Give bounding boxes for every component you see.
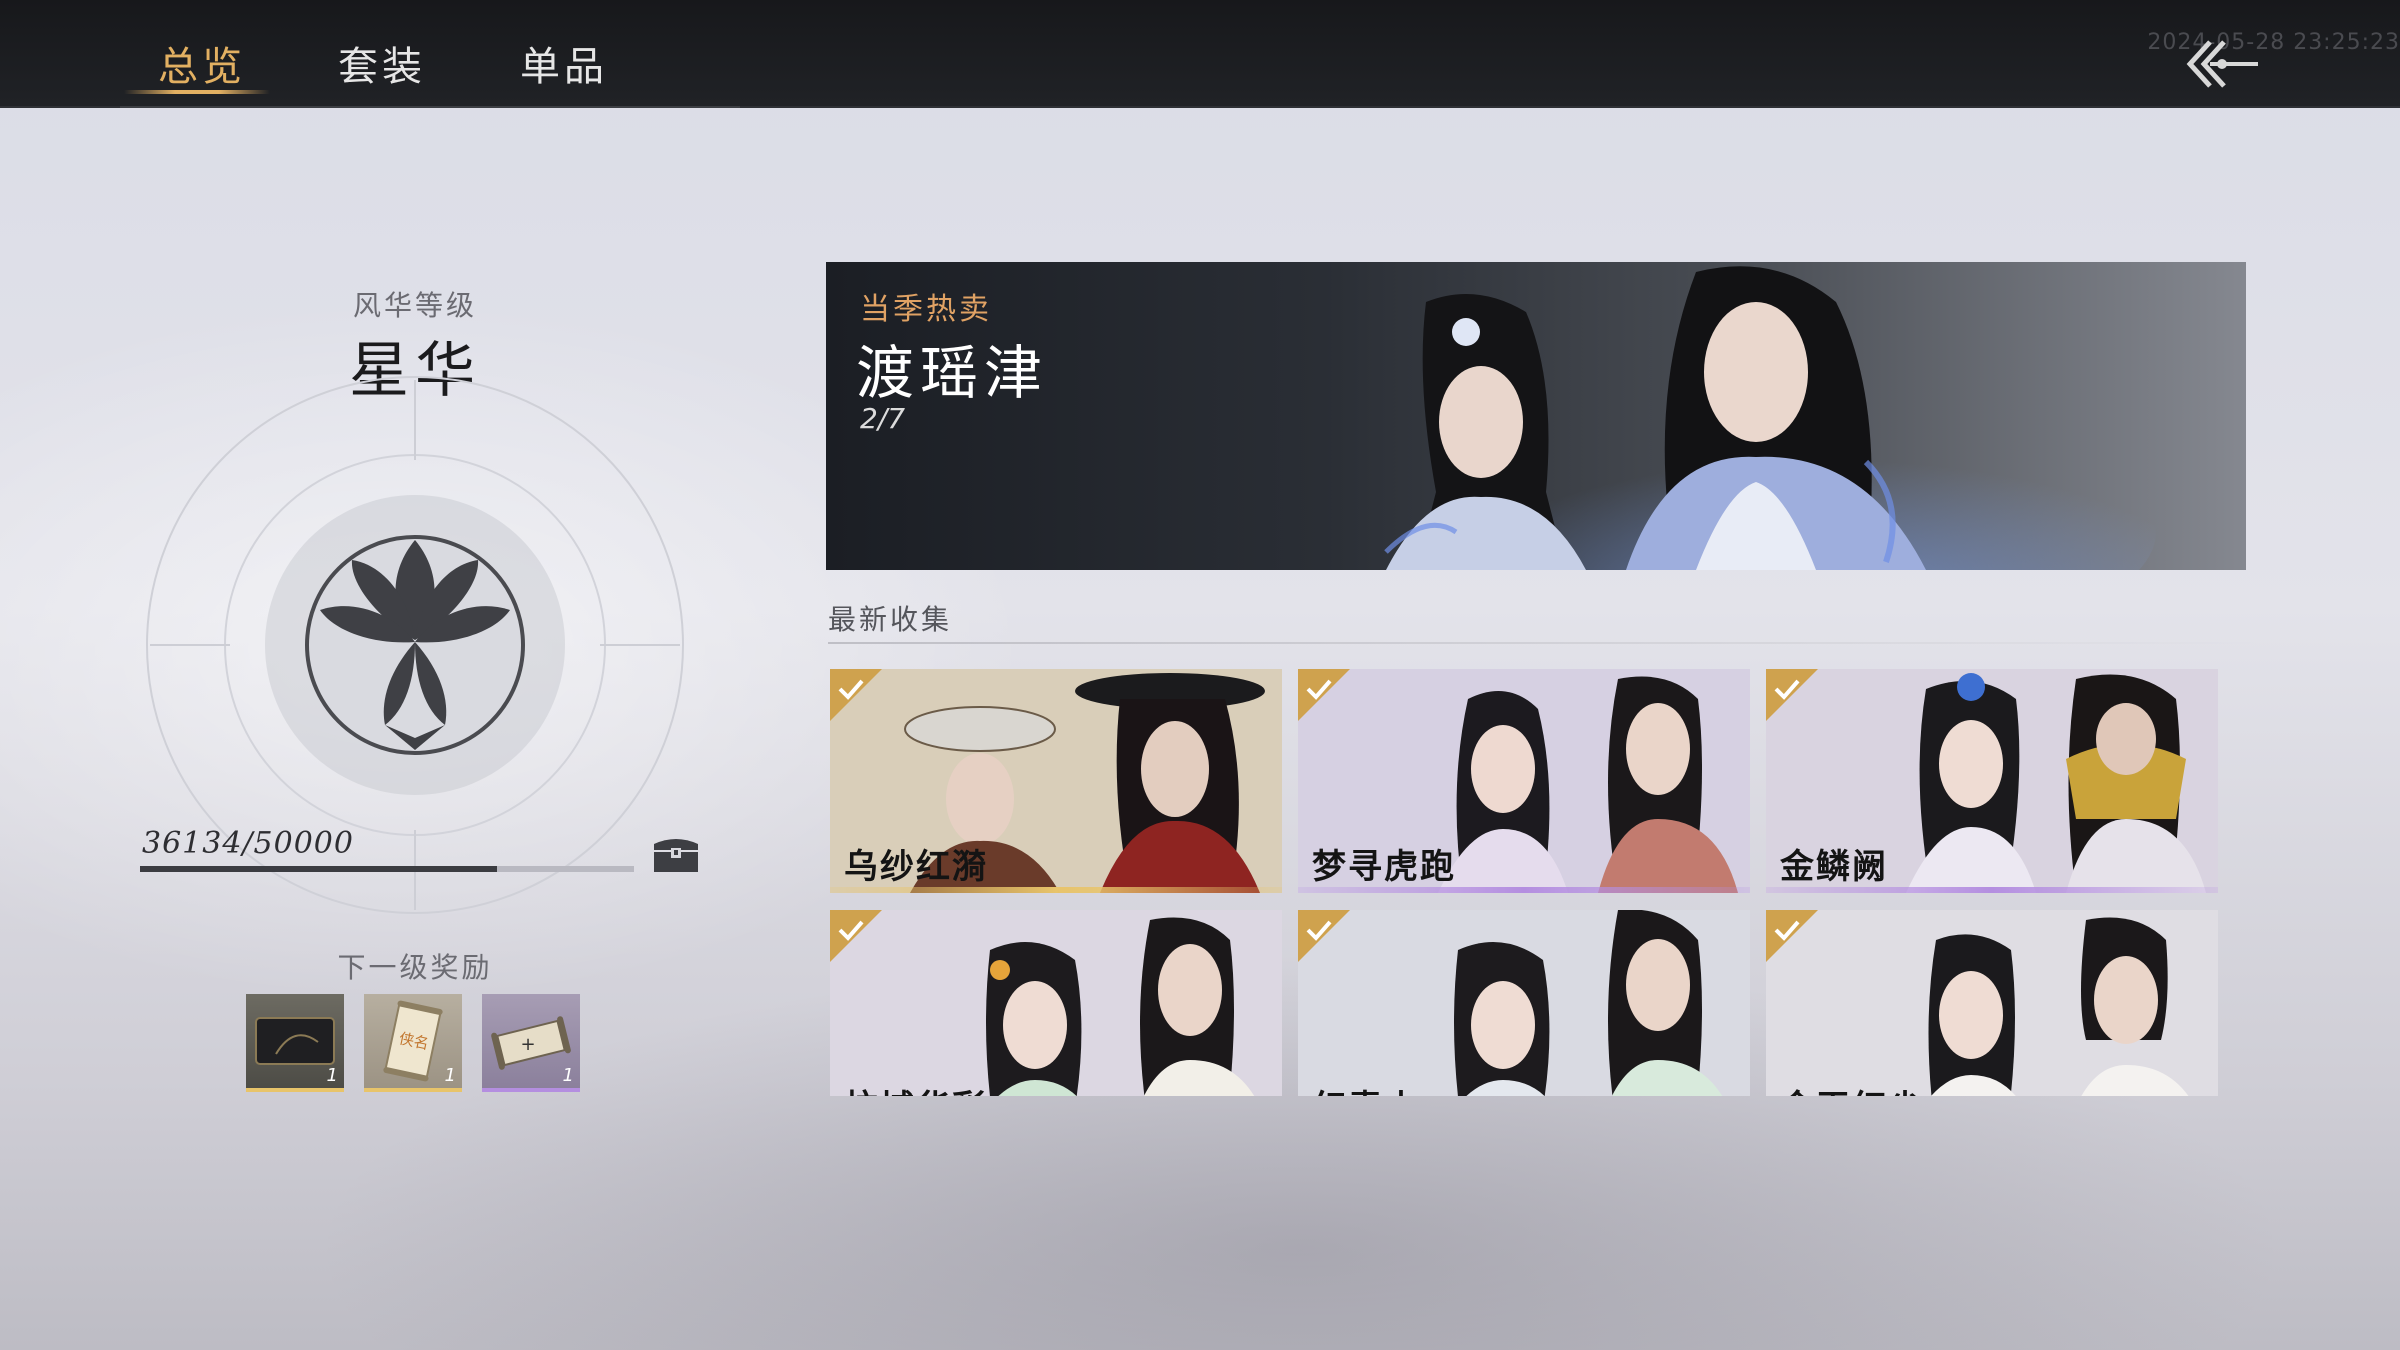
card-art bbox=[830, 910, 1282, 1096]
banner-progress: 2/7 bbox=[860, 402, 906, 435]
tab-overview[interactable]: 总览 bbox=[158, 34, 246, 92]
card-name: 金鳞阙 bbox=[1780, 847, 1888, 887]
treasure-chest-icon bbox=[654, 839, 698, 872]
tab-items[interactable]: 单品 bbox=[520, 34, 608, 92]
collected-check-icon bbox=[830, 669, 882, 721]
banner-characters-art bbox=[1384, 266, 2156, 570]
card-art bbox=[1298, 910, 1750, 1096]
collected-check-icon bbox=[830, 910, 882, 962]
banner-tag: 当季热卖 bbox=[860, 292, 992, 327]
reward-chest-button[interactable] bbox=[650, 834, 702, 874]
reward-count: 1 bbox=[562, 1065, 574, 1086]
back-arrow-icon bbox=[2186, 40, 2258, 88]
next-reward-caption: 下一级奖励 bbox=[337, 951, 493, 984]
reward-count: 1 bbox=[326, 1065, 338, 1086]
back-button[interactable] bbox=[2180, 34, 2260, 94]
active-tab-indicator bbox=[124, 90, 270, 94]
rarity-strip-gold bbox=[830, 887, 1282, 893]
tab-bar: 总览 套装 单品 bbox=[120, 0, 740, 108]
card-art bbox=[1766, 910, 2218, 1096]
card-name: 杭城华彩 bbox=[844, 1080, 988, 1096]
collection-card[interactable]: 乌纱红漪 bbox=[830, 669, 1282, 893]
level-progress-text: 36134/50000 bbox=[142, 826, 354, 861]
latest-collection-grid: 乌纱红漪 梦寻虎跑 金鳞阙 bbox=[828, 666, 2218, 1096]
collected-check-icon bbox=[1766, 669, 1818, 721]
level-progress-bar bbox=[140, 866, 634, 872]
card-name: 乌纱红漪 bbox=[844, 847, 988, 887]
top-bar: 总览 套装 单品 2024-05-28 23:25:23 bbox=[0, 0, 2400, 108]
featured-banner[interactable]: 当季热卖 渡瑶津 2/7 bbox=[826, 262, 2246, 570]
collected-check-icon bbox=[1298, 910, 1350, 962]
tab-sets[interactable]: 套装 bbox=[338, 34, 426, 92]
rarity-strip-purple bbox=[1766, 887, 2218, 893]
latest-collection-title: 最新收集 bbox=[828, 603, 953, 636]
reward-item-scroll[interactable]: 侠名 1 bbox=[364, 994, 462, 1092]
collected-check-icon bbox=[1298, 669, 1350, 721]
card-name: 幻青山 bbox=[1312, 1080, 1420, 1096]
reward-count: 1 bbox=[444, 1065, 456, 1086]
level-caption: 风华等级 bbox=[352, 289, 477, 322]
collection-card[interactable]: 金玉红尘 bbox=[1766, 910, 2218, 1096]
card-name: 梦寻虎跑 bbox=[1312, 847, 1456, 887]
svg-text:+: + bbox=[520, 1034, 535, 1055]
collected-check-icon bbox=[1766, 910, 1818, 962]
collection-card[interactable]: 梦寻虎跑 bbox=[1298, 669, 1750, 893]
collection-card[interactable]: 幻青山 bbox=[1298, 910, 1750, 1096]
reward-item-card[interactable]: 1 bbox=[246, 994, 344, 1092]
card-name: 金玉红尘 bbox=[1780, 1080, 1924, 1096]
reward-item-scroll-plus[interactable]: + 1 bbox=[482, 994, 580, 1092]
level-progress-fill bbox=[140, 866, 497, 872]
banner-title: 渡瑶津 bbox=[856, 339, 1049, 407]
collection-card[interactable]: 金鳞阙 bbox=[1766, 669, 2218, 893]
collection-card[interactable]: 杭城华彩 bbox=[830, 910, 1282, 1096]
rarity-strip-purple bbox=[1298, 887, 1750, 893]
section-divider bbox=[828, 642, 2258, 644]
